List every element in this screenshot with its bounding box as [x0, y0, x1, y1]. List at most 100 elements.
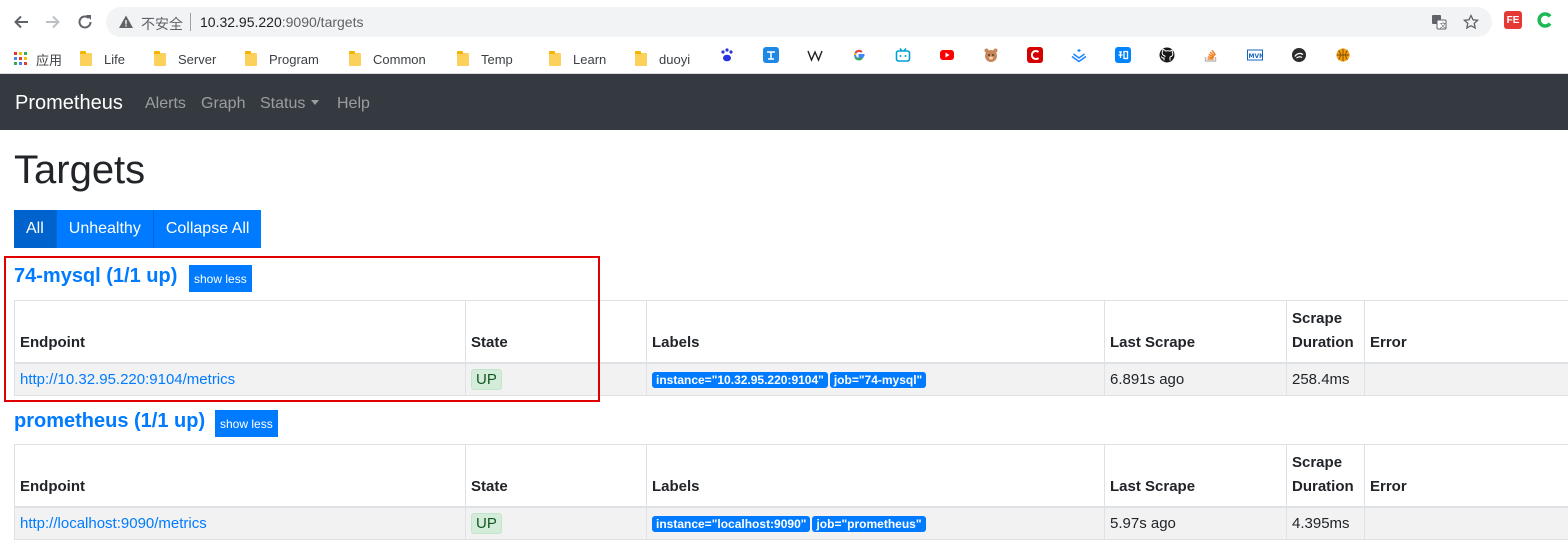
google-icon[interactable]	[851, 47, 867, 63]
bookmark-folder-duoyi[interactable]: duoyi	[635, 48, 690, 70]
url-path: :9090/targets	[281, 14, 364, 30]
scrape-duration-cell: 258.4ms	[1286, 362, 1365, 396]
gitee-icon[interactable]	[1291, 47, 1307, 63]
folder-icon	[457, 50, 469, 66]
bookmark-folder-program[interactable]: Program	[245, 48, 319, 70]
folder-icon	[635, 50, 647, 66]
nav-link-status-label: Status	[260, 95, 306, 112]
insecure-label[interactable]: 不安全	[141, 14, 183, 34]
column-header-labels: Labels	[646, 300, 1105, 364]
csdn-c-icon[interactable]	[1027, 47, 1043, 63]
svg-text:MVN: MVN	[1249, 53, 1264, 60]
targets-table-prometheus: Endpoint State Labels Last Scrape Scrape…	[14, 444, 1568, 540]
address-bar[interactable]: 不安全 10.32.95.220:9090/targets 文	[106, 7, 1492, 37]
folder-icon	[549, 50, 561, 66]
forward-arrow-icon[interactable]	[42, 11, 64, 33]
bookmark-apps[interactable]: 应用	[14, 48, 62, 70]
nav-dropdown-status[interactable]: Status	[260, 95, 320, 113]
bear-icon[interactable]	[983, 47, 999, 63]
endpoint-cell: http://localhost:9090/metrics	[14, 506, 466, 540]
label-badge-job: job="prometheus"	[812, 515, 926, 532]
c-extension-icon[interactable]	[1536, 11, 1554, 29]
github-icon[interactable]	[1159, 47, 1175, 63]
bookmark-folder-server[interactable]: Server	[154, 48, 216, 70]
filter-all-button[interactable]: All	[14, 210, 57, 248]
column-header-error: Error	[1364, 300, 1568, 364]
bookmark-label: Life	[104, 51, 125, 67]
omnibox-divider	[190, 13, 191, 31]
bookmark-folder-temp[interactable]: Temp	[457, 48, 513, 70]
highlight-box	[4, 256, 600, 402]
error-cell	[1364, 362, 1568, 396]
star-icon[interactable]	[1462, 13, 1480, 31]
labels-cell: instance="localhost:9090" job="prometheus…	[646, 506, 1105, 540]
youtube-icon[interactable]	[939, 47, 955, 63]
bookmark-label: 应用	[36, 52, 63, 68]
label-badge-job: job="74-mysql"	[829, 371, 927, 388]
bookmark-folder-life[interactable]: Life	[80, 48, 125, 70]
wikipedia-icon[interactable]	[807, 47, 823, 63]
stackoverflow-icon[interactable]	[1203, 47, 1219, 63]
bookmarks-bar: 应用 Life Server Program Common Temp Learn…	[0, 44, 1568, 74]
last-scrape-cell: 5.97s ago	[1104, 506, 1287, 540]
bookmark-label: Temp	[481, 51, 513, 67]
target-filter-group: All Unhealthy Collapse All	[14, 210, 262, 248]
column-header-scrape-line1: Scrape	[1292, 454, 1343, 471]
zhihu-icon[interactable]	[1115, 47, 1131, 63]
bookmark-label: Common	[373, 51, 426, 67]
fe-extension-icon[interactable]: FE	[1504, 11, 1522, 29]
labels-cell: instance="10.32.95.220:9104" job="74-mysq…	[646, 362, 1105, 396]
bookmark-label: Learn	[573, 51, 607, 67]
browser-toolbar: 不安全 10.32.95.220:9090/targets 文 FE	[0, 0, 1568, 44]
translate-icon[interactable]: 文	[1430, 13, 1448, 31]
column-header-last-scrape: Last Scrape	[1104, 300, 1287, 364]
bookmark-folder-learn[interactable]: Learn	[549, 48, 606, 70]
column-header-state: State	[465, 444, 647, 508]
error-cell	[1364, 506, 1568, 540]
translate-bookmark-icon[interactable]	[763, 47, 779, 63]
warning-icon[interactable]	[118, 14, 134, 35]
nav-link-help[interactable]: Help	[337, 95, 370, 113]
maven-mvn-icon[interactable]: MVN	[1247, 47, 1263, 63]
page-title: Targets	[14, 148, 146, 192]
basketball-icon[interactable]	[1335, 47, 1351, 63]
url-text[interactable]: 10.32.95.220:9090/targets	[200, 14, 363, 30]
show-less-button[interactable]: show less	[215, 410, 278, 437]
label-badge-instance: instance="10.32.95.220:9104"	[652, 371, 828, 388]
url-host: 10.32.95.220	[200, 14, 282, 30]
nav-link-alerts[interactable]: Alerts	[145, 95, 186, 113]
reload-icon[interactable]	[74, 11, 96, 33]
endpoint-link[interactable]: http://localhost:9090/metrics	[20, 515, 207, 532]
nav-link-graph[interactable]: Graph	[201, 95, 245, 113]
column-header-scrape-line2: Duration	[1292, 334, 1354, 351]
folder-icon	[154, 50, 166, 66]
filter-unhealthy-button[interactable]: Unhealthy	[56, 210, 154, 248]
job-title-prometheus[interactable]: prometheus (1/1 up)	[14, 410, 205, 433]
column-header-scrape-duration: Scrape Duration	[1286, 444, 1365, 508]
bookmark-label: Program	[269, 51, 319, 67]
folder-icon	[245, 50, 257, 66]
juejin-icon[interactable]	[1071, 47, 1087, 63]
column-header-scrape-line1: Scrape	[1292, 310, 1343, 327]
bookmark-folder-common[interactable]: Common	[349, 48, 426, 70]
column-header-endpoint: Endpoint	[14, 444, 466, 508]
collapse-all-button[interactable]: Collapse All	[153, 210, 262, 248]
column-header-last-scrape: Last Scrape	[1104, 444, 1287, 508]
state-badge: UP	[471, 512, 502, 534]
back-arrow-icon[interactable]	[10, 11, 32, 33]
state-cell: UP	[465, 506, 647, 540]
top-navbar: Prometheus Alerts Graph Status Help	[0, 74, 1568, 130]
caret-down-icon	[311, 100, 320, 105]
label-badge-instance: instance="localhost:9090"	[652, 515, 811, 532]
column-header-scrape-line2: Duration	[1292, 478, 1354, 495]
column-header-error: Error	[1364, 444, 1568, 508]
bilibili-tv-icon[interactable]	[895, 47, 911, 63]
svg-text:文: 文	[1440, 21, 1447, 30]
baidu-paw-icon[interactable]	[719, 47, 735, 63]
bookmark-label: duoyi	[659, 51, 691, 67]
column-header-scrape-duration: Scrape Duration	[1286, 300, 1365, 364]
scrape-duration-cell: 4.395ms	[1286, 506, 1365, 540]
last-scrape-cell: 6.891s ago	[1104, 362, 1287, 396]
brand-link[interactable]: Prometheus	[15, 92, 123, 115]
table-header-row: Endpoint State Labels Last Scrape Scrape…	[14, 444, 1568, 508]
